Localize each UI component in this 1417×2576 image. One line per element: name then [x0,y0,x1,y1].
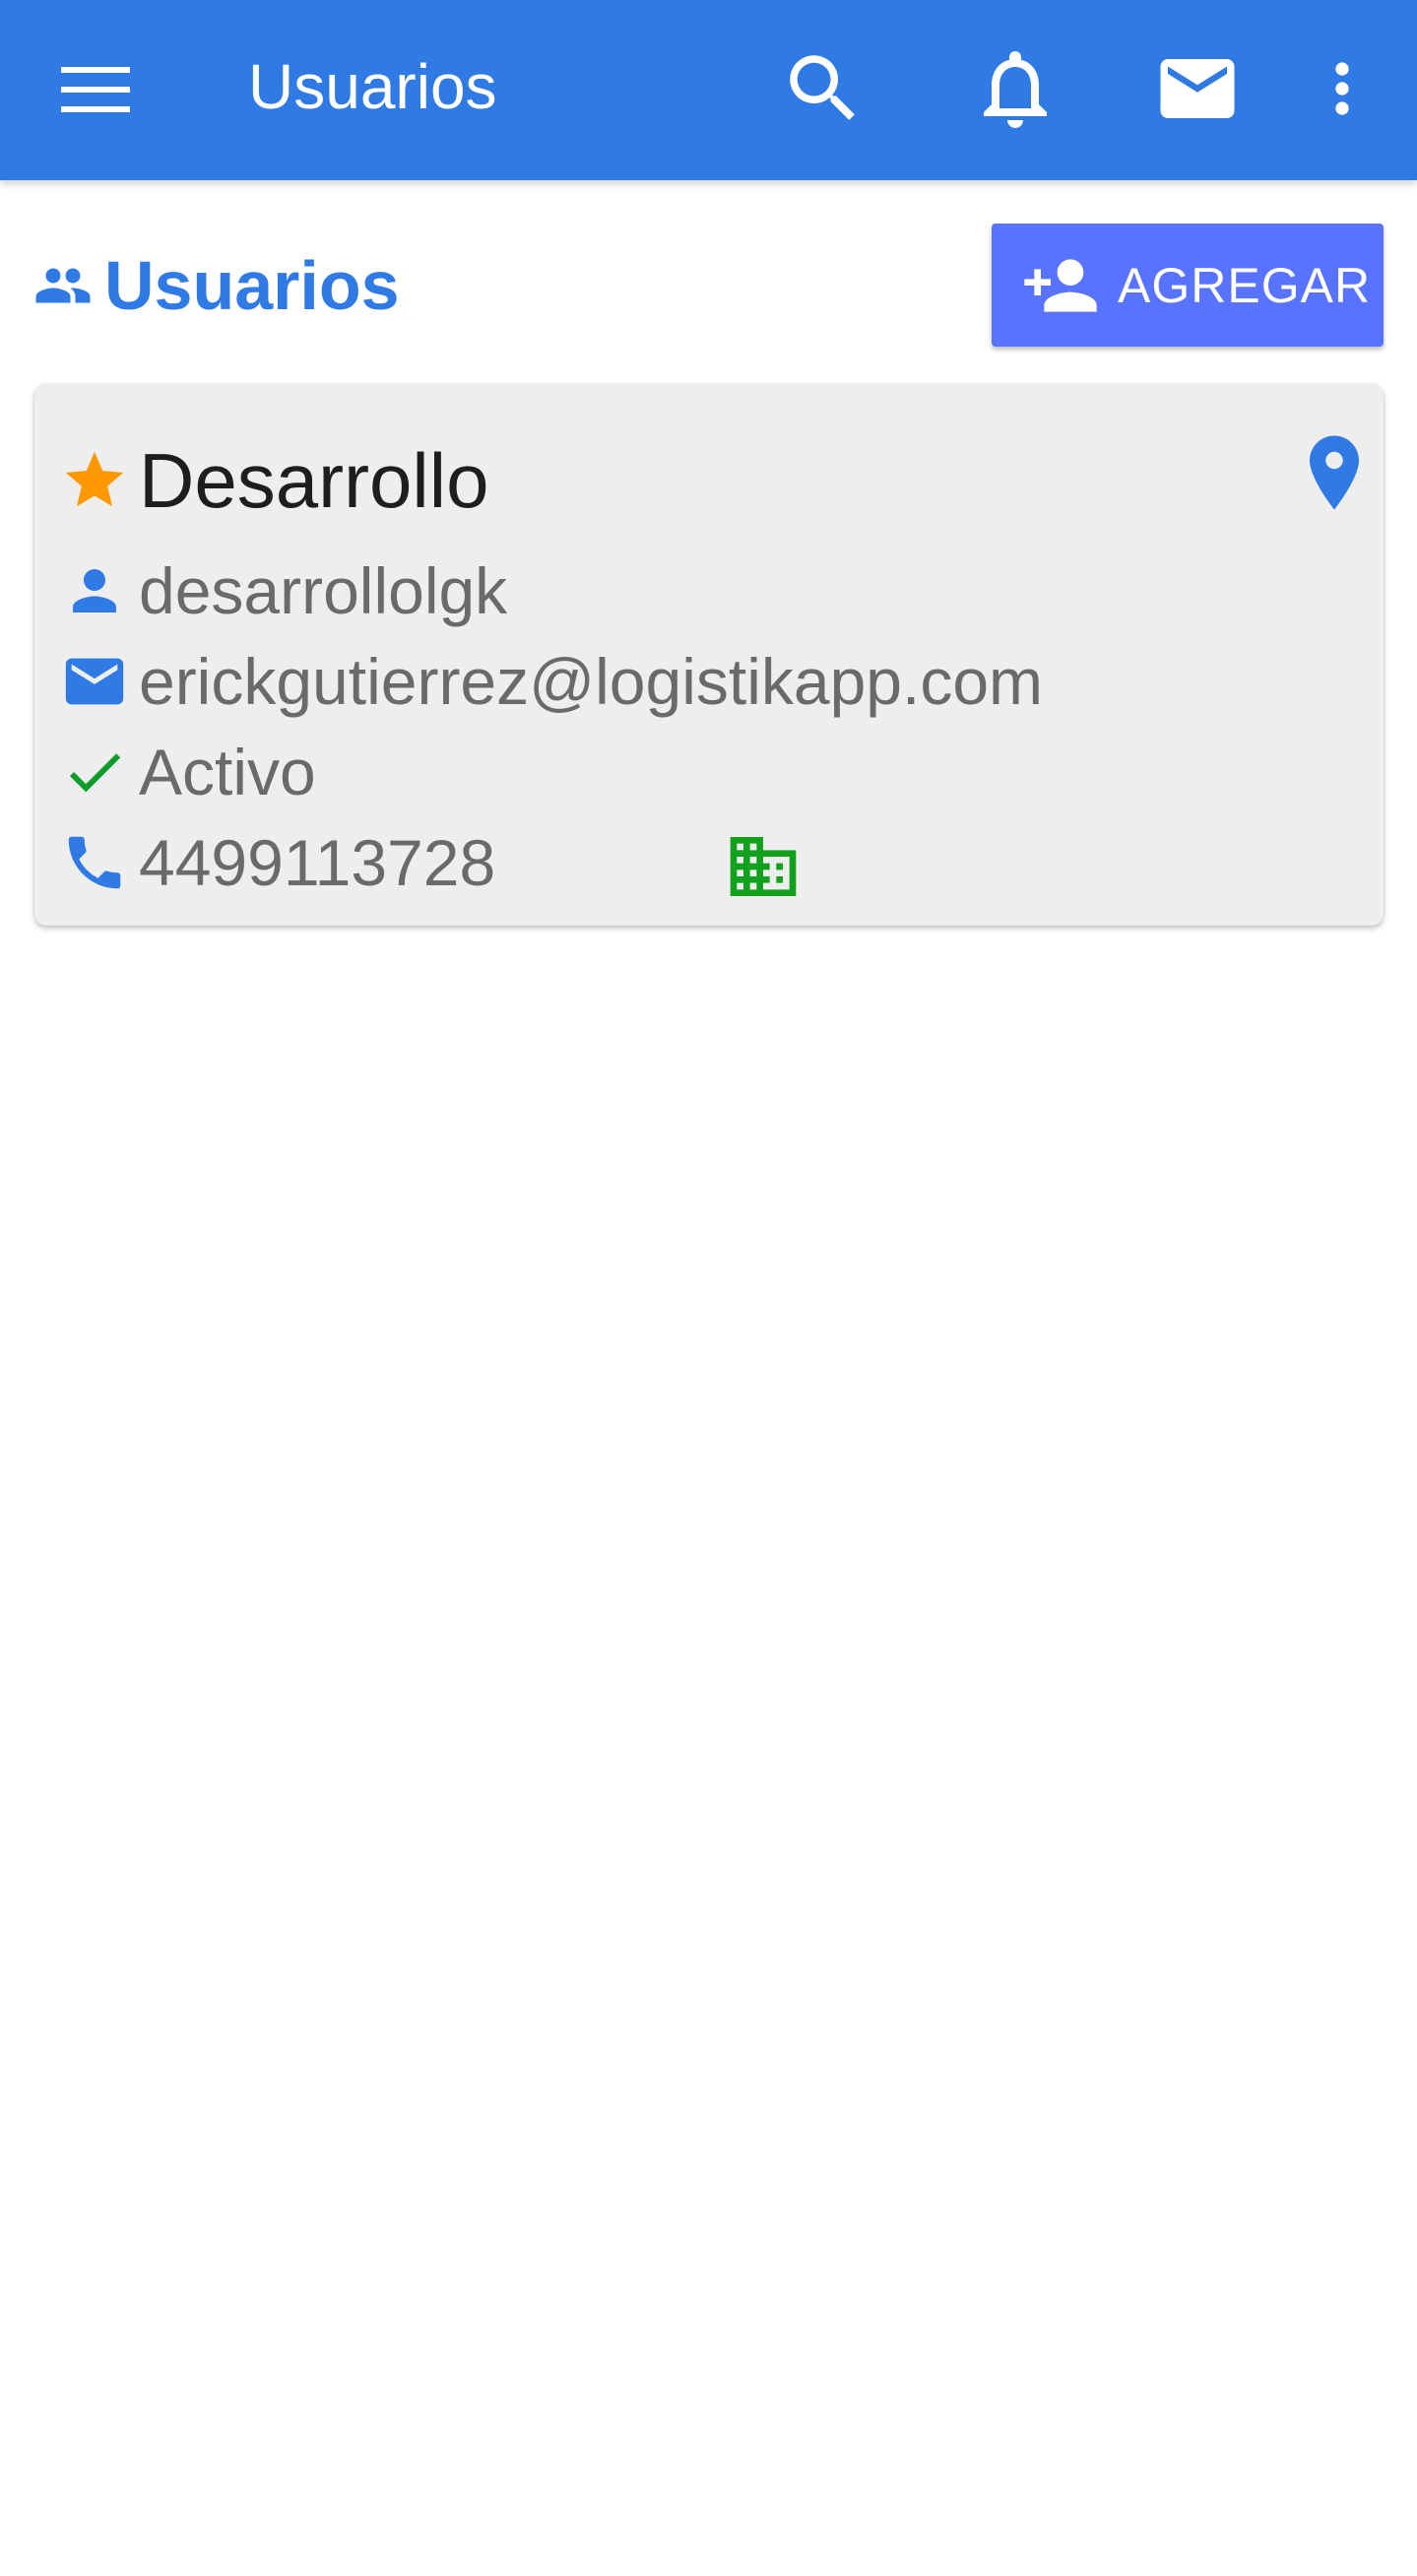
more-vert-icon [1335,62,1349,115]
star-icon [60,446,129,515]
section-header: Usuarios [33,236,400,335]
search-icon [790,55,855,120]
section-title: Usuarios [104,247,400,324]
user-name: Desarrollo [139,436,489,524]
messages-button[interactable] [1148,39,1247,138]
user-email: erickgutierrez@logistikapp.com [139,645,1044,718]
notifications-button[interactable] [966,39,1064,138]
user-card[interactable]: Desarrollo desarrollolgk erickgutierrez@… [34,384,1384,926]
person-icon [60,556,129,625]
location-pin-icon[interactable] [1305,433,1364,512]
user-username: desarrollolgk [139,554,508,627]
check-icon [60,738,129,806]
app-bar: Usuarios [0,0,1417,180]
add-user-button[interactable]: AGREGAR [992,224,1384,347]
mail-icon [1160,59,1235,118]
search-button[interactable] [774,39,872,138]
email-row: erickgutierrez@logistikapp.com [60,642,1043,721]
phone-icon [60,828,129,897]
username-row: desarrollolgk [60,551,507,630]
menu-icon [61,67,130,112]
bell-icon [984,51,1047,128]
user-name-row: Desarrollo [60,431,488,530]
menu-button[interactable] [51,51,140,128]
status-row: Activo [60,733,316,811]
app-bar-title: Usuarios [248,51,497,122]
phone-row: 4499113728 [60,823,495,902]
building-icon[interactable] [724,827,803,906]
user-phone: 4499113728 [139,826,496,899]
email-icon [60,647,129,716]
people-icon [35,268,91,303]
add-user-button-label: AGREGAR [1118,257,1372,313]
more-options-button[interactable] [1293,39,1391,138]
user-status: Activo [139,736,316,808]
person-add-icon [1024,258,1097,312]
